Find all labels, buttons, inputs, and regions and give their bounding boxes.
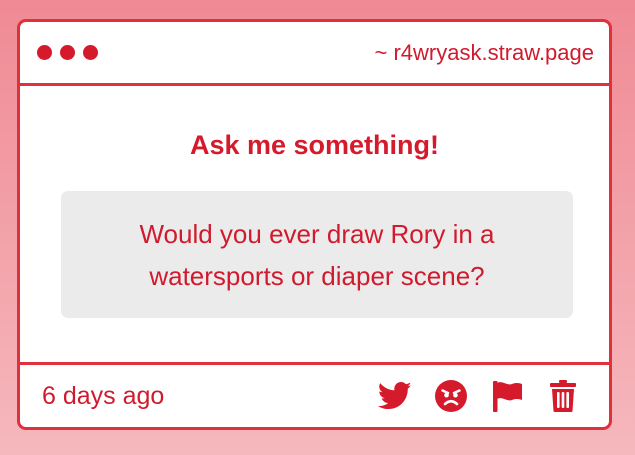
twitter-icon — [378, 381, 412, 410]
window-titlebar: ~ r4wryask.straw.page — [20, 22, 609, 86]
main-content: Ask me something! Would you ever draw Ro… — [20, 86, 609, 362]
ask-card: ~ r4wryask.straw.page Ask me something! … — [17, 19, 612, 430]
react-button[interactable] — [433, 378, 469, 414]
flag-icon — [493, 381, 522, 412]
question-box: Would you ever draw Rory in a watersport… — [61, 191, 573, 318]
page-heading: Ask me something! — [189, 130, 440, 160]
window-dot-1 — [37, 45, 52, 60]
delete-button[interactable] — [545, 378, 581, 414]
timestamp: 6 days ago — [42, 381, 165, 410]
window-dot-2 — [60, 45, 75, 60]
question-text: Would you ever draw Rory in a watersport… — [139, 218, 495, 291]
card-footer: 6 days ago — [20, 362, 609, 427]
action-bar — [377, 378, 581, 414]
page-url: ~ r4wryask.straw.page — [374, 39, 594, 65]
angry-face-icon — [435, 380, 467, 412]
twitter-share-button[interactable] — [377, 378, 413, 414]
window-dot-3 — [83, 45, 98, 60]
trash-icon — [550, 380, 576, 412]
window-controls — [37, 45, 98, 60]
report-button[interactable] — [489, 378, 525, 414]
